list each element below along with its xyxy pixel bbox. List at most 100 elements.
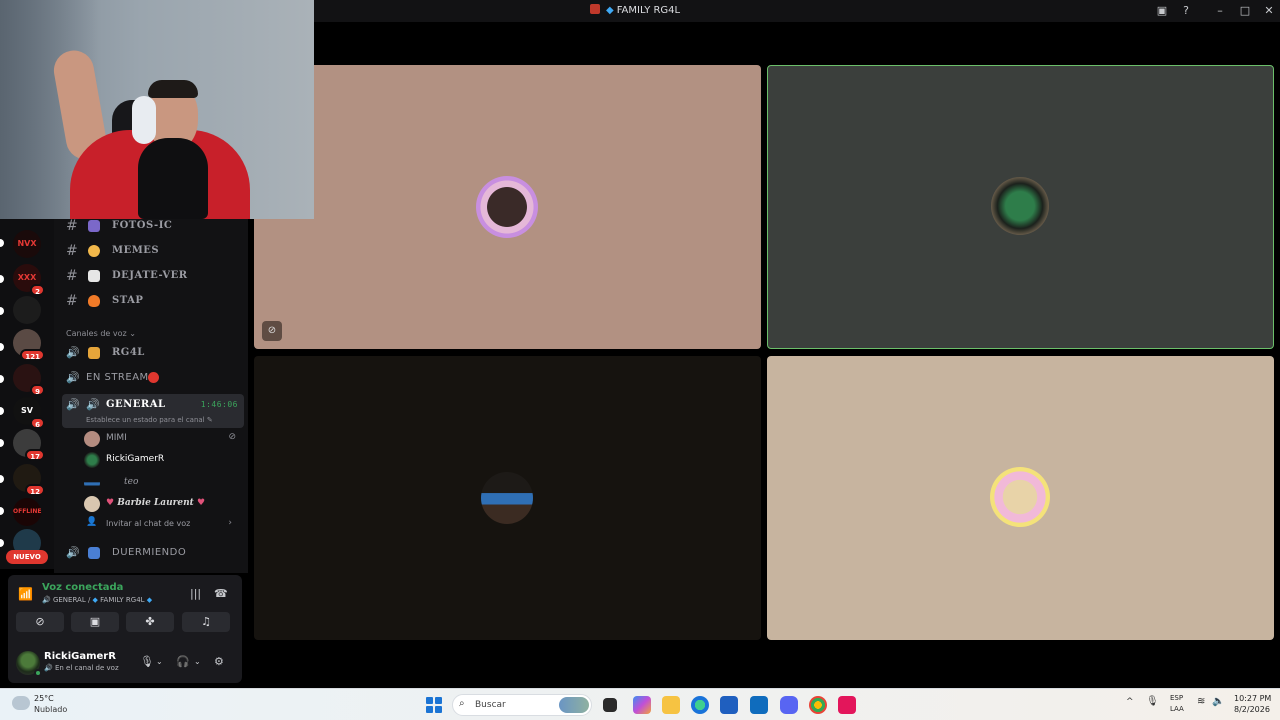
channel-memes[interactable]: # MEMES bbox=[62, 241, 244, 263]
screen-share-button[interactable]: ▣ bbox=[71, 612, 119, 632]
file-explorer-icon[interactable] bbox=[662, 696, 680, 714]
server-icon[interactable] bbox=[13, 296, 41, 324]
clock-time[interactable]: 10:27 PM bbox=[1234, 694, 1271, 703]
channel-fotos-ic[interactable]: # FOTOS-IC bbox=[62, 216, 244, 238]
outlook-icon[interactable] bbox=[750, 696, 768, 714]
voice-member[interactable]: MIMI ⊘ bbox=[84, 429, 244, 449]
hashtag-icon: # bbox=[66, 218, 79, 234]
store-icon[interactable] bbox=[720, 696, 738, 714]
search-input[interactable]: ⌕ Buscar bbox=[452, 694, 592, 716]
tiktok-icon[interactable] bbox=[838, 696, 856, 714]
task-view-icon[interactable] bbox=[603, 698, 617, 712]
close-button[interactable]: ✕ bbox=[1261, 3, 1277, 19]
copilot-icon[interactable] bbox=[633, 696, 651, 714]
gear-icon[interactable]: ⚙ bbox=[214, 655, 224, 668]
speaker-icon: 🔊 bbox=[44, 664, 53, 672]
user-name[interactable]: RickiGamerR bbox=[44, 651, 116, 662]
camera-off-button[interactable]: ⊘ bbox=[16, 612, 64, 632]
search-icon: ⌕ bbox=[459, 698, 465, 709]
chevron-down-icon[interactable]: ⌄ bbox=[156, 657, 163, 666]
invite-to-voice-button[interactable]: 👤 Invitar al chat de voz › bbox=[84, 515, 244, 535]
server-name: NVX bbox=[17, 239, 37, 248]
hashtag-icon: # bbox=[66, 293, 79, 309]
minimize-button[interactable]: – bbox=[1212, 3, 1228, 19]
input-language[interactable]: ESP bbox=[1170, 694, 1183, 702]
weather-description[interactable]: Nublado bbox=[34, 705, 67, 714]
unread-indicator bbox=[0, 439, 4, 447]
chevron-up-icon[interactable]: ^ bbox=[1126, 697, 1134, 707]
channel-dejate-ver[interactable]: # DEJATE-VER bbox=[62, 266, 244, 288]
chevron-right-icon: › bbox=[228, 518, 232, 528]
server-icon[interactable]: 9 bbox=[13, 364, 45, 396]
inbox-icon[interactable]: ▣ bbox=[1154, 3, 1170, 19]
video-tile-mimi[interactable]: ⊘ bbox=[254, 65, 761, 349]
maximize-button[interactable]: □ bbox=[1237, 3, 1253, 19]
participant-avatar bbox=[481, 472, 533, 524]
video-tile-barbie-laurent[interactable] bbox=[767, 356, 1274, 640]
wifi-icon[interactable]: ≋ bbox=[1197, 696, 1205, 707]
participant-avatar bbox=[476, 176, 538, 238]
avatar bbox=[84, 496, 100, 512]
voice-connected-label[interactable]: Voz conectada bbox=[42, 582, 123, 593]
cloud-icon[interactable] bbox=[12, 696, 30, 710]
category-voice-channels[interactable]: Canales de voz ⌄ bbox=[66, 329, 136, 338]
server-icon[interactable]: SV 6 bbox=[13, 397, 45, 429]
channel-stap[interactable]: # STAP bbox=[62, 291, 244, 313]
chevron-down-icon[interactable]: ⌄ bbox=[194, 657, 201, 666]
channel-status-text: Establece un estado para el canal bbox=[86, 416, 205, 424]
voice-member[interactable]: ♥ Barbie Laurent ♥ bbox=[84, 494, 244, 514]
channel-label: DEJATE-VER bbox=[112, 270, 188, 281]
server-icon[interactable]: 12 bbox=[13, 464, 45, 496]
input-layout[interactable]: LAA bbox=[1170, 705, 1184, 713]
voice-channel-general[interactable]: 🔊 🔊 GENERAL 1:46:06 Establece un estado … bbox=[62, 394, 244, 428]
unread-indicator bbox=[0, 407, 4, 415]
noise-suppression-icon[interactable]: ||| bbox=[190, 587, 201, 600]
muted-icon: ⊘ bbox=[262, 321, 282, 341]
voice-channel-name: GENERAL bbox=[52, 596, 86, 604]
video-tile-rickigamerr[interactable] bbox=[767, 65, 1274, 349]
video-tile-teo[interactable] bbox=[254, 356, 761, 640]
new-badge[interactable]: NUEVO bbox=[6, 550, 48, 564]
server-icon[interactable]: XXX 2 bbox=[13, 264, 45, 296]
webcam-microphone bbox=[138, 138, 208, 219]
microphone-icon[interactable]: 🎙 bbox=[1146, 696, 1159, 707]
microphone-icon[interactable]: 🎙 bbox=[140, 655, 154, 668]
channel-status-prompt[interactable]: Establece un estado para el canal ✎ bbox=[86, 416, 213, 424]
clock-date[interactable]: 8/2/2026 bbox=[1234, 705, 1270, 714]
activities-button[interactable]: ✤ bbox=[126, 612, 174, 632]
voice-channel-path[interactable]: 🔊 GENERAL / ◆ FAMILY RG4L ◆ bbox=[42, 596, 152, 604]
ribbon-icon: ♥ bbox=[106, 498, 115, 508]
signal-icon[interactable]: 📶 bbox=[18, 587, 33, 601]
soundboard-button[interactable]: ♫ bbox=[182, 612, 230, 632]
unread-indicator bbox=[0, 539, 4, 547]
headphones-icon[interactable]: 🎧 bbox=[176, 655, 190, 668]
window-title: ◆ FAMILY RG4L bbox=[590, 4, 680, 16]
unread-indicator bbox=[0, 343, 4, 351]
mention-badge: 9 bbox=[30, 384, 45, 396]
channel-label: GENERAL bbox=[106, 399, 166, 410]
chrome-icon[interactable] bbox=[809, 696, 827, 714]
discord-icon[interactable] bbox=[780, 696, 798, 714]
voice-member[interactable]: teo bbox=[84, 473, 244, 493]
start-button[interactable] bbox=[426, 697, 442, 713]
voice-channel-en-stream[interactable]: 🔊 EN STREAM bbox=[62, 368, 244, 390]
voice-channel-duermiendo[interactable]: 🔊 DUERMIENDO bbox=[62, 543, 244, 565]
server-icon[interactable]: 17 bbox=[13, 429, 45, 461]
search-placeholder: Buscar bbox=[475, 700, 506, 710]
hashtag-icon: # bbox=[66, 268, 79, 284]
disconnect-icon[interactable]: ☎ bbox=[214, 587, 228, 600]
zzz-emoji-icon bbox=[88, 547, 100, 559]
server-name: XXX bbox=[17, 273, 37, 282]
help-icon[interactable]: ? bbox=[1178, 3, 1194, 19]
edge-icon[interactable] bbox=[691, 696, 709, 714]
discord-window: ◆ FAMILY RG4L ▣ ? – □ ✕ ⊘ NVX XXX 2 121 9 bbox=[0, 0, 1280, 688]
server-icon[interactable]: NVX bbox=[13, 230, 41, 258]
volume-icon[interactable]: 🔈 bbox=[1212, 696, 1224, 707]
server-icon[interactable]: OFFLINE bbox=[13, 498, 41, 526]
voice-member[interactable]: RickiGamerR bbox=[84, 450, 244, 470]
speaker-icon: 🔊 bbox=[66, 346, 81, 359]
voice-channel-rg4l[interactable]: 🔊 RG4L bbox=[62, 343, 244, 365]
weather-temperature[interactable]: 25°C bbox=[34, 694, 54, 703]
server-icon[interactable]: 121 bbox=[13, 329, 45, 361]
avatar[interactable] bbox=[16, 651, 42, 677]
